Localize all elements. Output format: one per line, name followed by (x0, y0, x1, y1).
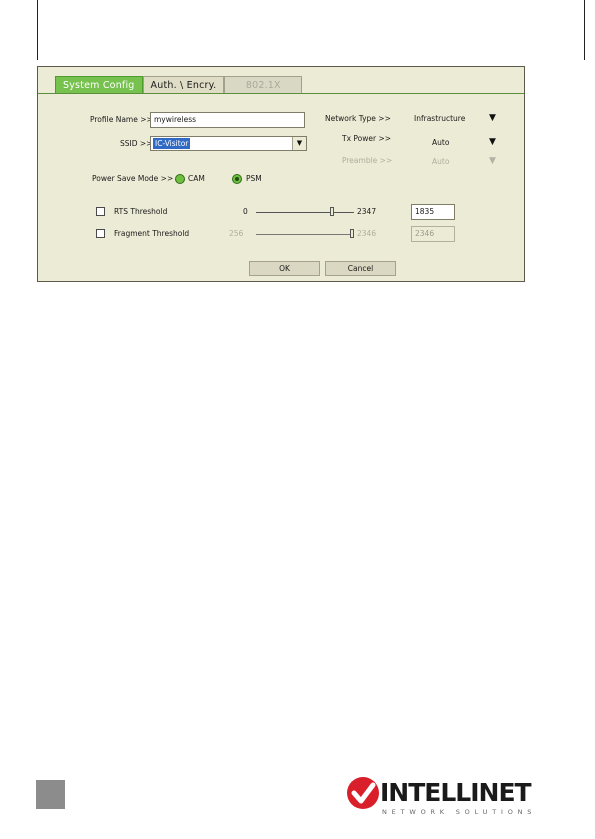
fragment-min-label: 256 (229, 229, 244, 238)
fragment-max-label: 2346 (357, 229, 377, 238)
tab-divider (38, 93, 524, 94)
fragment-slider-thumb[interactable] (350, 229, 354, 238)
rts-threshold-label: RTS Threshold (114, 207, 168, 216)
ssid-combobox[interactable]: IC-Visitor ▼ (150, 136, 307, 151)
profile-name-input[interactable]: mywireless (150, 112, 305, 128)
preamble-value[interactable]: Auto (432, 157, 449, 167)
fragment-threshold-checkbox[interactable] (96, 229, 105, 238)
crop-mark-left (37, 0, 38, 60)
tab-8021x[interactable]: 802.1X (224, 76, 303, 93)
fragment-threshold-label: Fragment Threshold (114, 229, 190, 238)
crop-mark-right (584, 0, 585, 60)
rts-min-label: 0 (243, 207, 248, 216)
rts-max-label: 2347 (357, 207, 377, 216)
tab-bar: System Config Auth. \ Encry. 802.1X (55, 76, 303, 93)
ssid-dropdown-icon[interactable]: ▼ (292, 137, 306, 150)
fragment-slider-track[interactable] (256, 234, 354, 235)
tab-system-config[interactable]: System Config (55, 76, 143, 93)
rts-threshold-input[interactable]: 1835 (411, 204, 455, 220)
rts-slider-track[interactable] (256, 212, 354, 213)
cam-label: CAM (188, 174, 205, 183)
page-number-box (36, 780, 65, 809)
network-type-dropdown-icon[interactable]: ▼ (489, 113, 496, 123)
preamble-label: Preamble >> (342, 156, 393, 165)
brand-name: INTELLINET (380, 778, 532, 807)
rts-slider-thumb[interactable] (330, 207, 335, 216)
network-type-label: Network Type >> (325, 114, 391, 123)
psm-label: PSM (246, 174, 262, 183)
cam-radio[interactable] (175, 174, 185, 184)
cancel-button[interactable]: Cancel (325, 261, 396, 276)
checkmark-logo-icon (347, 777, 379, 809)
preamble-dropdown-icon[interactable]: ▼ (489, 156, 496, 166)
tx-power-dropdown-icon[interactable]: ▼ (489, 137, 496, 147)
system-config-dialog: System Config Auth. \ Encry. 802.1X Prof… (37, 66, 525, 282)
ssid-label: SSID >> (120, 139, 153, 148)
brand-tagline: NETWORK SOLUTIONS (382, 808, 537, 816)
intellinet-logo: INTELLINET NETWORK SOLUTIONS (346, 772, 532, 820)
power-save-mode-label: Power Save Mode >> (92, 174, 174, 183)
tab-auth-encry[interactable]: Auth. \ Encry. (142, 76, 225, 93)
profile-name-label: Profile Name >> (90, 115, 153, 124)
fragment-threshold-input[interactable]: 2346 (411, 226, 455, 242)
network-type-value[interactable]: Infrastructure (414, 114, 465, 124)
ok-button[interactable]: OK (249, 261, 320, 276)
tx-power-value[interactable]: Auto (432, 138, 449, 148)
psm-radio[interactable] (232, 174, 242, 184)
ssid-value: IC-Visitor (153, 138, 191, 149)
rts-threshold-checkbox[interactable] (96, 207, 105, 216)
tx-power-label: Tx Power >> (342, 134, 392, 143)
